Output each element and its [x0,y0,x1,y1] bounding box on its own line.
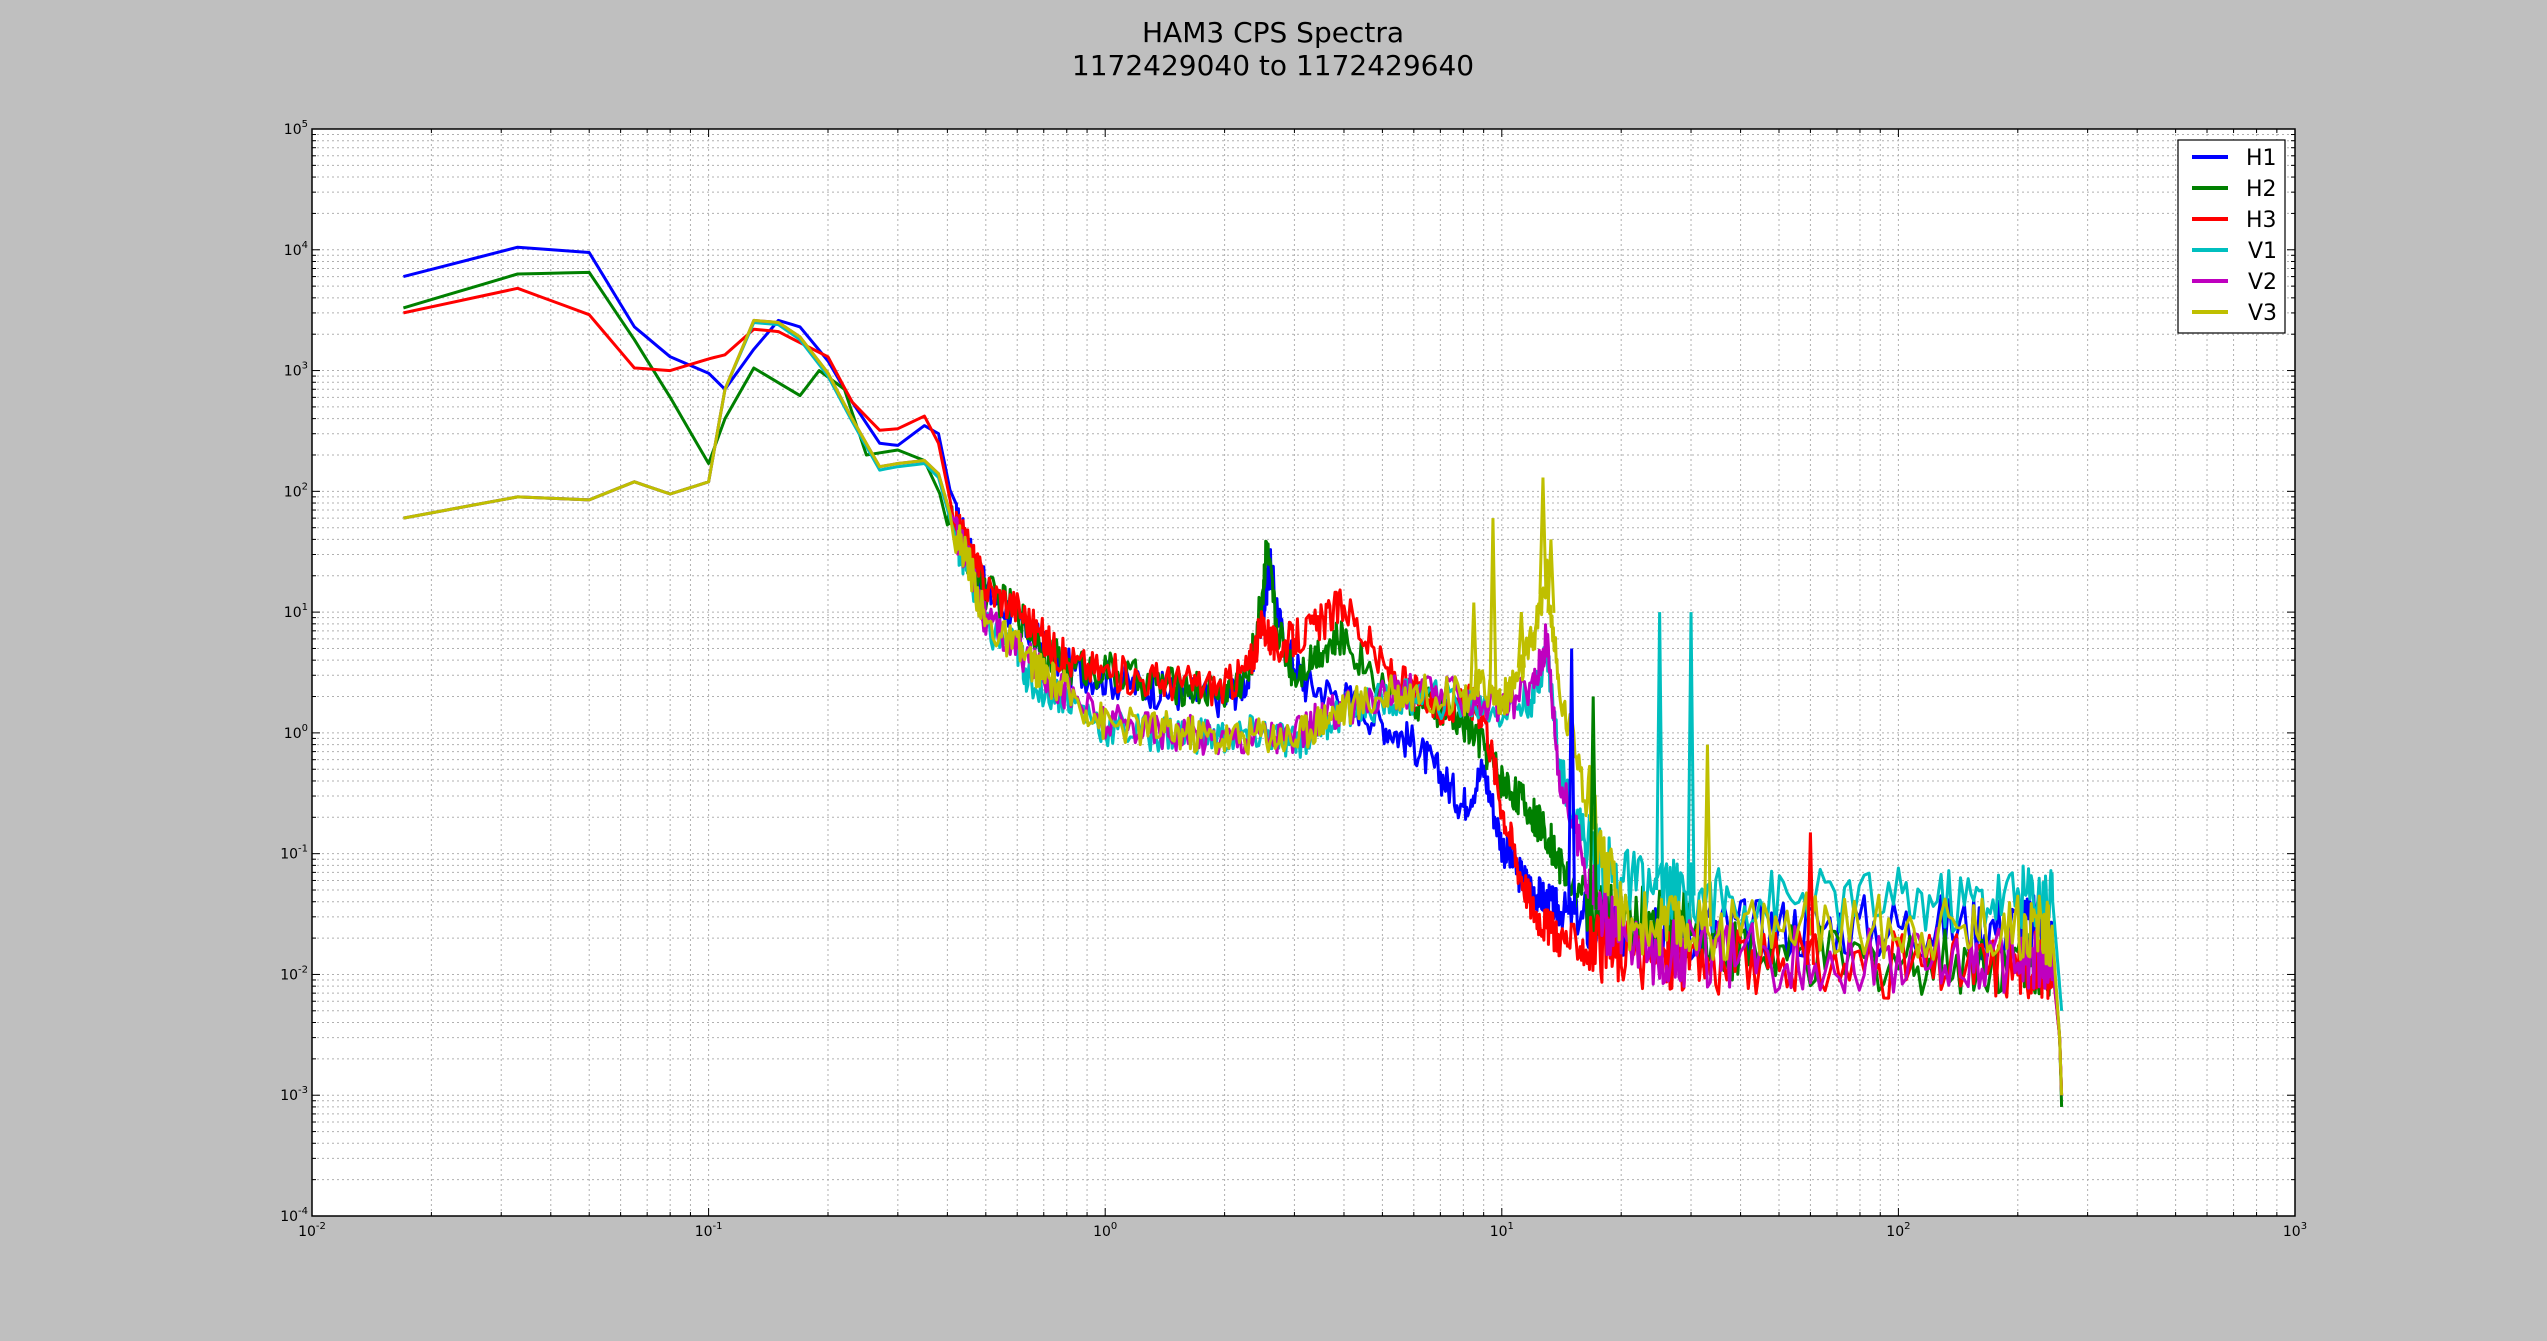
legend-label-h2: H2 [2246,177,2277,202]
legend-label-v3: V3 [2248,301,2277,326]
figure: HAM3 CPS Spectra 1172429040 to 117242964… [0,0,2547,1341]
legend-label-h3: H3 [2246,208,2277,233]
legend-label-v2: V2 [2248,270,2277,295]
legend-label-h1: H1 [2246,146,2277,171]
chart-subtitle: 1172429040 to 1172429640 [1072,49,1474,82]
legend: H1 H2 H3 V1 V2 V3 [2177,139,2286,334]
chart-title: HAM3 CPS Spectra [1142,16,1404,49]
legend-label-v1: V1 [2248,239,2277,264]
